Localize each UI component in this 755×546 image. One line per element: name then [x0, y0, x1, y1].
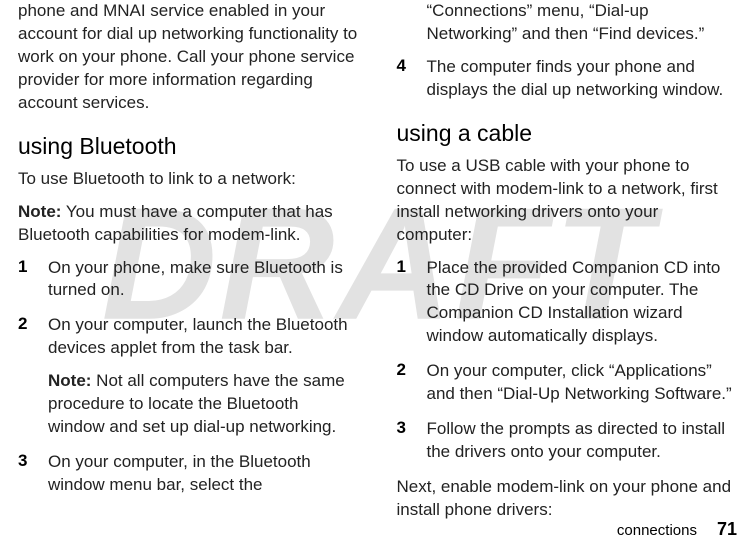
step-number: 2	[18, 314, 32, 439]
step-text: On your computer, in the Bluetooth windo…	[48, 451, 359, 497]
step3-continuation: “Connections” menu, “Dial-up Networking”…	[397, 0, 738, 46]
step-number: 2	[397, 360, 411, 406]
note-label: Note:	[48, 371, 91, 390]
page-footer: connections 71	[617, 519, 737, 540]
step-1: 1 On your phone, make sure Bluetooth is …	[18, 257, 359, 303]
step-text: Place the provided Companion CD into the…	[427, 257, 738, 349]
cable-intro: To use a USB cable with your phone to co…	[397, 155, 738, 247]
step-text: The computer finds your phone and displa…	[427, 56, 738, 102]
heading-using-bluetooth: using Bluetooth	[18, 133, 359, 160]
chapter-label: connections	[617, 522, 697, 539]
step-number: 3	[397, 418, 411, 464]
left-column: phone and MNAI service enabled in your a…	[18, 0, 359, 500]
note-label: Note:	[18, 202, 61, 221]
step-3: 3 On your computer, in the Bluetooth win…	[18, 451, 359, 497]
bluetooth-note: Note: You must have a computer that has …	[18, 201, 359, 247]
two-column-layout: phone and MNAI service enabled in your a…	[18, 0, 737, 500]
step-text: Follow the prompts as directed to instal…	[427, 418, 738, 464]
step-4: 4 The computer finds your phone and disp…	[397, 56, 738, 102]
step-number: 3	[18, 451, 32, 497]
step-text: On your phone, make sure Bluetooth is tu…	[48, 257, 359, 303]
note-body: Not all computers have the same procedur…	[48, 371, 345, 436]
step-number: 1	[397, 257, 411, 349]
step-2: 2 On your computer, click “Applications”…	[397, 360, 738, 406]
page: DRAFT phone and MNAI service enabled in …	[0, 0, 755, 546]
bluetooth-intro: To use Bluetooth to link to a network:	[18, 168, 359, 191]
heading-using-a-cable: using a cable	[397, 120, 738, 147]
step-main: On your computer, launch the Bluetooth d…	[48, 315, 348, 357]
step-number: 1	[18, 257, 32, 303]
cable-steps: 1 Place the provided Companion CD into t…	[397, 257, 738, 465]
bluetooth-steps: 1 On your phone, make sure Bluetooth is …	[18, 257, 359, 497]
note-body: You must have a computer that has Blueto…	[18, 202, 333, 244]
page-number: 71	[717, 519, 737, 539]
bluetooth-steps-cont: 4 The computer finds your phone and disp…	[397, 56, 738, 102]
step-subnote: Note: Not all computers have the same pr…	[48, 370, 359, 439]
step-text: On your computer, click “Applications” a…	[427, 360, 738, 406]
step-text: On your computer, launch the Bluetooth d…	[48, 314, 359, 439]
step-2: 2 On your computer, launch the Bluetooth…	[18, 314, 359, 439]
leadin-paragraph: phone and MNAI service enabled in your a…	[18, 0, 359, 115]
cable-outro: Next, enable modem-link on your phone an…	[397, 476, 738, 522]
step-1: 1 Place the provided Companion CD into t…	[397, 257, 738, 349]
right-column: “Connections” menu, “Dial-up Networking”…	[397, 0, 738, 500]
step-3: 3 Follow the prompts as directed to inst…	[397, 418, 738, 464]
step-number: 4	[397, 56, 411, 102]
